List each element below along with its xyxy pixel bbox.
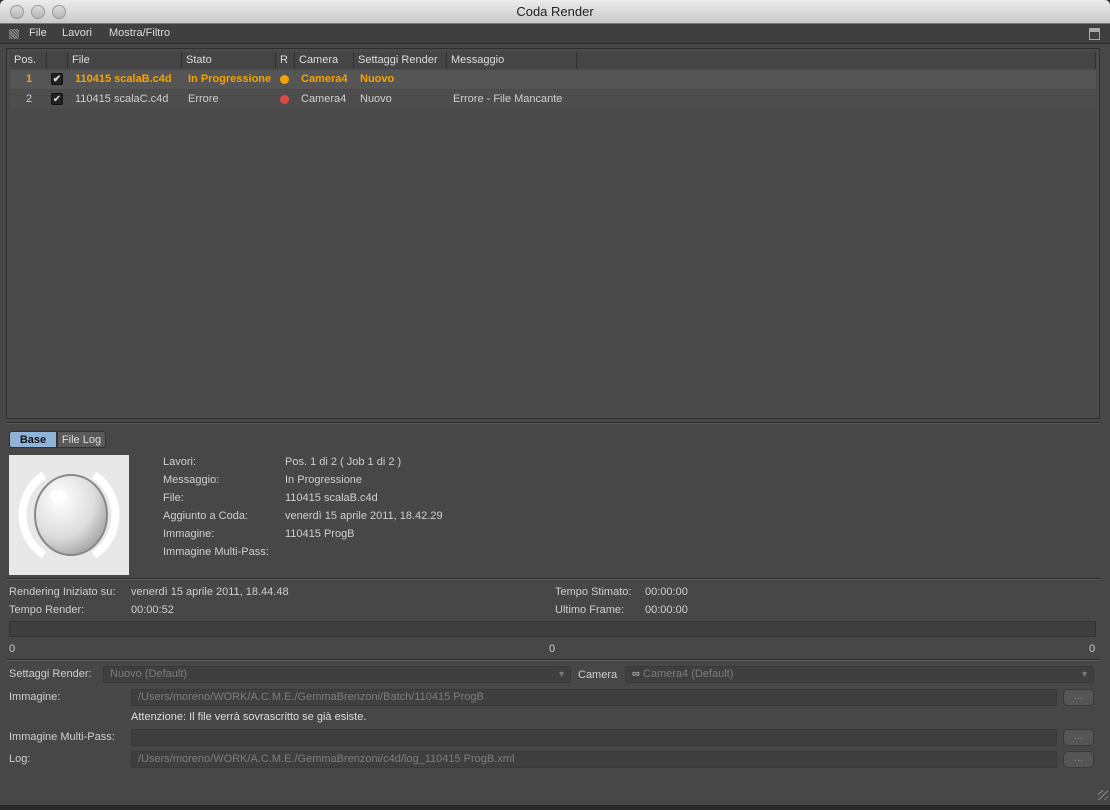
render-settings-value: Nuovo (Default) bbox=[110, 668, 188, 680]
tab-base[interactable]: Base bbox=[9, 431, 57, 448]
row-checkbox[interactable]: ✔ bbox=[51, 93, 63, 105]
row-stato: Errore bbox=[188, 93, 219, 105]
table-row[interactable]: 2 ✔ 110415 scalaC.c4d Errore Camera4 Nuo… bbox=[10, 90, 1096, 109]
column-r[interactable]: R bbox=[276, 52, 295, 69]
render-time-value: 00:00:52 bbox=[131, 604, 174, 616]
estimated-value: 00:00:00 bbox=[645, 586, 688, 598]
dropdown-arrow-icon: ▼ bbox=[557, 669, 566, 679]
camera-label: Camera bbox=[578, 669, 618, 681]
panel-menu-icon[interactable] bbox=[1089, 28, 1100, 40]
info-value: In Progressione bbox=[285, 474, 363, 486]
info-value: venerdì 15 aprile 2011, 18.42.29 bbox=[285, 510, 443, 522]
column-messaggio[interactable]: Messaggio bbox=[447, 52, 577, 69]
progress-label-start: 0 bbox=[9, 643, 16, 655]
row-stato: In Progressione bbox=[188, 73, 272, 85]
row-pos: 2 bbox=[26, 93, 33, 105]
zoom-button[interactable] bbox=[52, 5, 66, 19]
started-value: venerdì 15 aprile 2011, 18.44.48 bbox=[131, 586, 289, 598]
divider bbox=[6, 578, 1100, 580]
progress-label-middle: 0 bbox=[549, 643, 556, 655]
row-messaggio: Errore - File Mancante bbox=[453, 93, 563, 105]
render-queue-window: Coda Render File Lavori Mostra/Filtro Po… bbox=[0, 0, 1110, 805]
status-dot-icon bbox=[280, 75, 289, 84]
info-value: 110415 scalaB.c4d bbox=[285, 492, 378, 504]
window-title: Coda Render bbox=[516, 4, 594, 19]
render-preview-thumbnail bbox=[9, 455, 129, 575]
log-label: Log: bbox=[9, 753, 31, 765]
menu-file[interactable]: File bbox=[29, 27, 47, 39]
column-stato[interactable]: Stato bbox=[182, 52, 276, 69]
grip-icon[interactable] bbox=[9, 29, 19, 39]
column-pos[interactable]: Pos. bbox=[10, 52, 47, 69]
info-label: Immagine Multi-Pass: bbox=[163, 546, 269, 558]
row-settaggi: Nuovo bbox=[360, 73, 395, 85]
row-camera: Camera4 bbox=[301, 93, 347, 105]
progress-label-end: 0 bbox=[1089, 643, 1096, 655]
log-browse-button[interactable]: ... bbox=[1063, 751, 1094, 768]
info-label: Messaggio: bbox=[163, 474, 220, 486]
estimated-label: Tempo Stimato: bbox=[555, 586, 632, 598]
image-browse-button[interactable]: ... bbox=[1063, 689, 1094, 706]
divider bbox=[6, 659, 1100, 661]
multipass-browse-button[interactable]: ... bbox=[1063, 729, 1094, 746]
info-label: Aggiunto a Coda: bbox=[163, 510, 249, 522]
info-value: 110415 ProgB bbox=[285, 528, 355, 540]
image-path-input[interactable]: /Users/moreno/WORK/A.C.M.E./GemmaBrenzon… bbox=[131, 689, 1057, 706]
multipass-path-input[interactable] bbox=[131, 729, 1057, 746]
render-settings-label: Settaggi Render: bbox=[9, 668, 92, 680]
render-time-label: Tempo Render: bbox=[9, 604, 85, 616]
multipass-label: Immagine Multi-Pass: bbox=[9, 731, 115, 743]
row-file: 110415 scalaC.c4d bbox=[75, 93, 169, 105]
column-filler bbox=[577, 52, 1096, 69]
last-frame-label: Ultimo Frame: bbox=[555, 604, 625, 616]
overwrite-warning: Attenzione: Il file verrà sovrascritto s… bbox=[131, 711, 367, 723]
table-row[interactable]: 1 ✔ 110415 scalaB.c4d In Progressione Ca… bbox=[10, 70, 1096, 89]
column-enabled[interactable] bbox=[47, 52, 68, 69]
camera-dropdown[interactable]: ∞ Camera4 (Default) ▼ bbox=[625, 666, 1094, 683]
sphere-preview-icon bbox=[18, 471, 120, 559]
info-value: Pos. 1 di 2 ( Job 1 di 2 ) bbox=[285, 456, 402, 468]
log-path-input[interactable]: /Users/moreno/WORK/A.C.M.E./GemmaBrenzon… bbox=[131, 751, 1057, 768]
column-settaggi-render[interactable]: Settaggi Render bbox=[354, 52, 447, 69]
minimize-button[interactable] bbox=[31, 5, 45, 19]
tab-file-log[interactable]: File Log bbox=[57, 431, 106, 448]
row-file: 110415 scalaB.c4d bbox=[75, 73, 172, 85]
dropdown-arrow-icon: ▼ bbox=[1080, 669, 1089, 679]
row-pos: 1 bbox=[26, 73, 33, 85]
menu-bar: File Lavori Mostra/Filtro bbox=[0, 24, 1110, 44]
menu-lavori[interactable]: Lavori bbox=[62, 27, 92, 39]
camera-value: Camera4 (Default) bbox=[642, 668, 734, 680]
divider bbox=[6, 422, 1100, 424]
status-dot-icon bbox=[280, 95, 289, 104]
progress-bar bbox=[9, 621, 1096, 637]
row-settaggi: Nuovo bbox=[360, 93, 392, 105]
close-button[interactable] bbox=[10, 5, 24, 19]
render-settings-dropdown[interactable]: Nuovo (Default) ▼ bbox=[103, 666, 571, 683]
started-label: Rendering Iniziato su: bbox=[9, 586, 116, 598]
column-camera[interactable]: Camera bbox=[295, 52, 354, 69]
last-frame-value: 00:00:00 bbox=[645, 604, 688, 616]
camera-icon: ∞ bbox=[632, 668, 643, 680]
image-label: Immagine: bbox=[9, 691, 61, 703]
info-label: File: bbox=[163, 492, 184, 504]
info-label: Immagine: bbox=[163, 528, 215, 540]
row-camera: Camera4 bbox=[301, 73, 348, 85]
column-file[interactable]: File bbox=[68, 52, 182, 69]
resize-grip-icon[interactable] bbox=[1098, 790, 1108, 800]
title-bar: Coda Render bbox=[0, 0, 1110, 24]
render-queue-table: Pos. File Stato R Camera Settaggi Render… bbox=[6, 48, 1100, 419]
info-label: Lavori: bbox=[163, 456, 197, 468]
menu-mostra-filtro[interactable]: Mostra/Filtro bbox=[109, 27, 170, 39]
row-checkbox[interactable]: ✔ bbox=[51, 73, 63, 85]
